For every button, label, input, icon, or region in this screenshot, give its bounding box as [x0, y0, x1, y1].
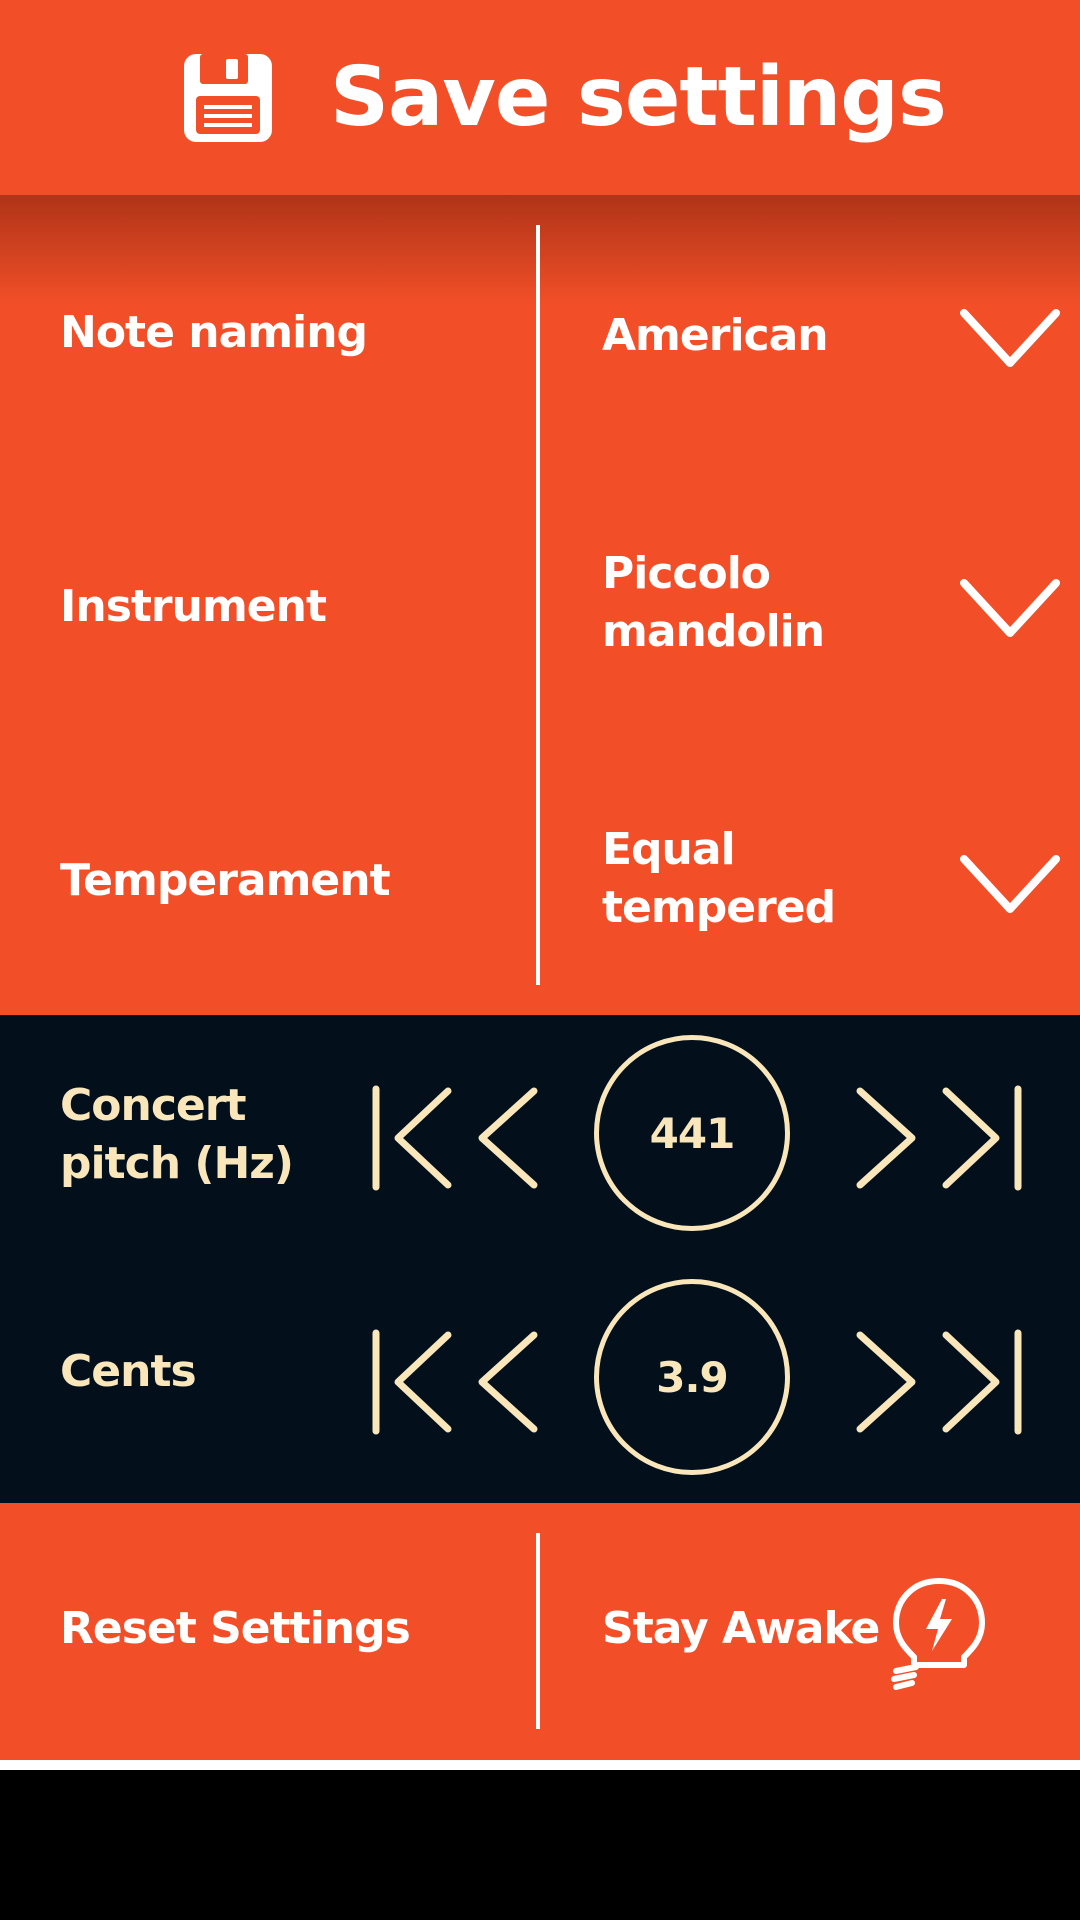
save-settings-button[interactable]: Save settings: [170, 38, 947, 158]
note-naming-label: Note naming: [60, 307, 368, 358]
lightbulb-icon: [891, 1578, 985, 1690]
instrument-dropdown[interactable]: Piccolo mandolin: [540, 525, 1080, 755]
tuning-panel: Concert pitch (Hz) 441 Cents 3.9: [0, 1015, 1080, 1503]
bottom-divider: [0, 1760, 1080, 1770]
chevron-down-icon: [960, 855, 1060, 913]
chevron-down-icon: [960, 579, 1060, 637]
column-divider: [536, 1533, 540, 1729]
instrument-label: Instrument: [60, 581, 327, 632]
stay-awake-button[interactable]: Stay Awake: [542, 1503, 1080, 1760]
header-bar: Save settings: [0, 0, 1080, 195]
skip-back-icon[interactable]: [368, 1083, 456, 1193]
concert-pitch-value: 441: [594, 1035, 790, 1231]
step-back-icon[interactable]: [472, 1327, 542, 1437]
reset-settings-button[interactable]: Reset Settings: [0, 1503, 538, 1760]
temperament-value: Equal tempered: [602, 824, 836, 933]
skip-forward-icon[interactable]: [938, 1083, 1026, 1193]
concert-pitch-label: Concert pitch (Hz): [60, 1080, 294, 1189]
step-forward-icon[interactable]: [852, 1327, 922, 1437]
step-back-icon[interactable]: [472, 1083, 542, 1193]
skip-back-icon[interactable]: [368, 1327, 456, 1437]
chevron-down-icon: [960, 309, 1060, 367]
floppy-disk-icon: [184, 54, 272, 142]
note-naming-dropdown[interactable]: American: [540, 255, 1080, 485]
reset-settings-label: Reset Settings: [60, 1603, 411, 1654]
settings-panel: Note naming American Instrument Piccolo …: [0, 195, 1080, 1015]
page-title: Save settings: [330, 50, 947, 145]
stay-awake-label: Stay Awake: [602, 1603, 880, 1654]
cents-value: 3.9: [594, 1279, 790, 1475]
cents-label: Cents: [60, 1346, 197, 1397]
temperament-dropdown[interactable]: Equal tempered: [540, 795, 1080, 1015]
temperament-label: Temperament: [60, 855, 391, 906]
step-forward-icon[interactable]: [852, 1083, 922, 1193]
instrument-value: Piccolo mandolin: [602, 548, 825, 657]
bottom-actions: Reset Settings Stay Awake: [0, 1503, 1080, 1760]
skip-forward-icon[interactable]: [938, 1327, 1026, 1437]
note-naming-value: American: [602, 310, 829, 361]
